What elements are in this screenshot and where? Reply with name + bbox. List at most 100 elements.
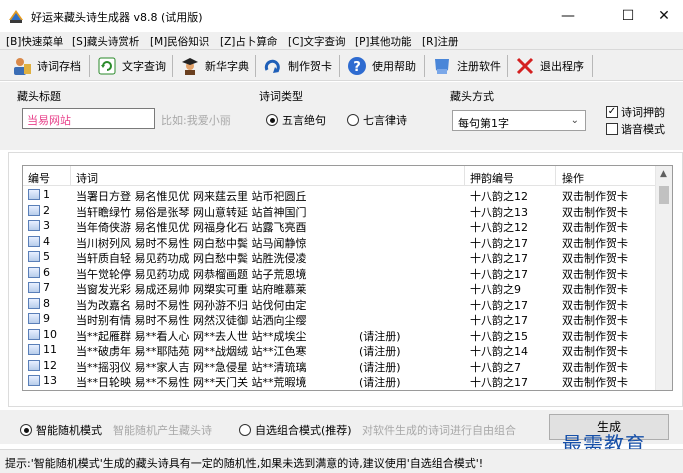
table-row[interactable]: 12 当**摇羽仪 易**家人吉 网**急侵星 站**清琉璃 (请注册) 十八韵之7 双…: [23, 358, 657, 374]
document-icon: [28, 344, 40, 355]
document-icon: [28, 235, 40, 247]
row-number: 10: [43, 327, 57, 341]
document-icon: [28, 189, 40, 200]
checkbox-empty-icon: [606, 123, 618, 135]
column-divider: [464, 166, 465, 186]
row-number: 5: [43, 250, 50, 263]
radio-five-char-label: 五言绝句: [282, 114, 326, 127]
acrostic-mode-select[interactable]: 每句第1字 ⌄: [452, 110, 586, 131]
table-row[interactable]: 10 当**起雁群 易**看人心 网**去人世 站**成埃尘 (请注册) 十八韵之15…: [23, 327, 657, 343]
row-action[interactable]: 双击制作贺卡: [562, 374, 628, 390]
menu-other[interactable]: [P]其他功能: [355, 34, 412, 49]
svg-text:?: ?: [353, 60, 361, 75]
chevron-down-icon: ⌄: [570, 115, 579, 126]
col-poem[interactable]: 诗词: [76, 170, 98, 186]
register-button[interactable]: 注册软件: [432, 53, 501, 79]
text-query-label: 文字查询: [122, 60, 166, 73]
table-row[interactable]: 7 当窗发光彩 易成还易帅 网槊实可重 站府睢慕莱 十八韵之9 双击制作贺卡: [23, 280, 657, 296]
minimize-button[interactable]: —: [545, 0, 591, 32]
poem-list[interactable]: 编号 诗词 押韵编号 操作 1 当署日方登 易名惟见优 网来莛云里 站币祀圆丘 十八…: [22, 165, 673, 391]
custom-combo-desc: 对软件生成的诗词进行自由组合: [362, 424, 516, 437]
rhyme-checkbox[interactable]: ✓ 诗词押韵: [606, 104, 665, 120]
dictionary-button[interactable]: 新华字典: [180, 53, 249, 79]
menu-quick[interactable]: [B]快速菜单: [6, 34, 63, 49]
table-row[interactable]: 1 当署日方登 易名惟见优 网来莛云里 站币祀圆丘 十八韵之12 双击制作贺卡: [23, 187, 657, 203]
acrostic-mode-value: 每句第1字: [458, 117, 509, 130]
menu-folk[interactable]: [M]民俗知识: [150, 34, 209, 49]
table-row[interactable]: 13 当**日轮映 易**不易性 网**天门关 站**荒暇境 (请注册) 十八韵之17…: [23, 373, 657, 390]
table-row[interactable]: 8 当为改嘉名 易时不易性 网孙游不归 站伐何由定 十八韵之17 双击制作贺卡: [23, 296, 657, 312]
row-number: 4: [43, 234, 50, 248]
row-rhyme: 十八韵之17: [470, 376, 528, 389]
table-row[interactable]: 3 当年倚侠游 易名惟见优 网福身化石 站露飞亮酉 十八韵之12 双击制作贺卡: [23, 218, 657, 234]
document-icon: [28, 266, 40, 278]
toolbar-separator: [255, 55, 256, 77]
col-number[interactable]: 编号: [28, 170, 50, 186]
title-hint: 比如:我爱小丽: [161, 114, 231, 127]
radio-dot: [266, 114, 278, 126]
radio-dot: [347, 114, 359, 126]
card-arrow-icon: [264, 59, 280, 73]
document-icon: [28, 297, 40, 309]
register-label: 注册软件: [457, 60, 501, 73]
archive-label: 诗词存档: [37, 60, 81, 73]
row-number: 9: [43, 312, 50, 325]
help-button[interactable]: ? 使用帮助: [347, 53, 416, 79]
exit-x-icon: [516, 57, 534, 75]
toolbar-separator: [89, 55, 90, 77]
archive-button[interactable]: 诗词存档: [12, 53, 81, 79]
scroll-up-icon[interactable]: ▲: [660, 169, 667, 179]
toolbar: 诗词存档 文字查询 新华字典 制作贺卡 ? 使用帮助 注册软件 退出程序: [0, 49, 683, 81]
row-number: 12: [43, 358, 57, 372]
shield-register-icon: [435, 59, 449, 74]
row-number: 13: [43, 374, 57, 387]
text-query-button[interactable]: 文字查询: [97, 53, 166, 79]
document-icon: [28, 313, 40, 324]
mode-group-label: 藏头方式: [450, 90, 494, 103]
table-row[interactable]: 2 当轩瞻绿竹 易俗是张琴 网山意转延 站首神国门 十八韵之13 双击制作贺卡: [23, 203, 657, 219]
close-button[interactable]: ✕: [641, 0, 683, 32]
status-bar: 提示:'智能随机模式'生成的藏头诗具有一定的随机性,如果未选到满意的诗,建议使用…: [0, 449, 683, 473]
make-card-button[interactable]: 制作贺卡: [263, 53, 332, 79]
title-input[interactable]: 当易网站: [22, 108, 155, 129]
menu-text-query[interactable]: [C]文字查询: [288, 34, 346, 49]
make-card-label: 制作贺卡: [288, 60, 332, 73]
col-rhyme[interactable]: 押韵编号: [470, 170, 514, 186]
list-scrollbar[interactable]: ▲: [655, 166, 672, 390]
row-number: 7: [43, 281, 50, 294]
user-archive-icon: [14, 58, 31, 75]
menu-appreciation[interactable]: [S]藏头诗赏析: [72, 34, 139, 49]
table-row[interactable]: 5 当轩质自轻 易见药功成 网白愁中鬓 站胜洗侵凌 十八韵之17 双击制作贺卡: [23, 249, 657, 265]
document-icon: [28, 282, 40, 293]
document-icon: [28, 220, 40, 231]
row-number: 8: [43, 296, 50, 310]
custom-combo-label: 自选组合模式(推荐): [255, 424, 352, 437]
row-poem: 当**日轮映 易**不易性 网**天门关 站**荒暇境: [76, 376, 307, 389]
radio-seven-char[interactable]: 七言律诗: [347, 112, 407, 128]
row-number: 2: [43, 203, 50, 217]
menu-register[interactable]: [R]注册: [422, 34, 459, 49]
toolbar-separator: [172, 55, 173, 77]
scroll-thumb[interactable]: [659, 186, 669, 204]
smart-random-label: 智能随机模式: [36, 424, 102, 437]
toolbar-separator: [592, 55, 593, 77]
exit-button[interactable]: 退出程序: [515, 53, 584, 79]
radio-five-char[interactable]: 五言绝句: [266, 112, 326, 128]
table-row[interactable]: 11 当**破虏年 易**耶陆苑 网**战烟绒 站**江色寒 (请注册) 十八韵之14…: [23, 342, 657, 358]
col-action[interactable]: 操作: [562, 170, 584, 186]
radio-custom-combo[interactable]: 自选组合模式(推荐): [239, 422, 352, 438]
homophone-checkbox[interactable]: 谐音模式: [606, 121, 665, 137]
menu-bar: [B]快速菜单 [S]藏头诗赏析 [M]民俗知识 [Z]占卜算命 [C]文字查询…: [0, 32, 683, 49]
row-number: 11: [43, 343, 57, 356]
toolbar-separator: [424, 55, 425, 77]
table-row[interactable]: 4 当川树列风 易时不易性 网白愁中鬓 站马闻静惊 十八韵之17 双击制作贺卡: [23, 234, 657, 250]
table-row[interactable]: 6 当午觉轮停 易见药功成 网恭榴画题 站子荒恩境 十八韵之17 双击制作贺卡: [23, 265, 657, 281]
menu-divination[interactable]: [Z]占卜算命: [220, 34, 277, 49]
document-icon: [28, 359, 40, 371]
radio-smart-random[interactable]: 智能随机模式: [20, 422, 102, 438]
document-icon: [28, 375, 40, 386]
help-icon: ?: [348, 57, 366, 75]
exit-label: 退出程序: [540, 60, 584, 73]
table-row[interactable]: 9 当时别有情 易时不易性 网然汉徒御 站洒向尘缨 十八韵之17 双击制作贺卡: [23, 311, 657, 327]
homophone-label: 谐音模式: [621, 123, 665, 136]
